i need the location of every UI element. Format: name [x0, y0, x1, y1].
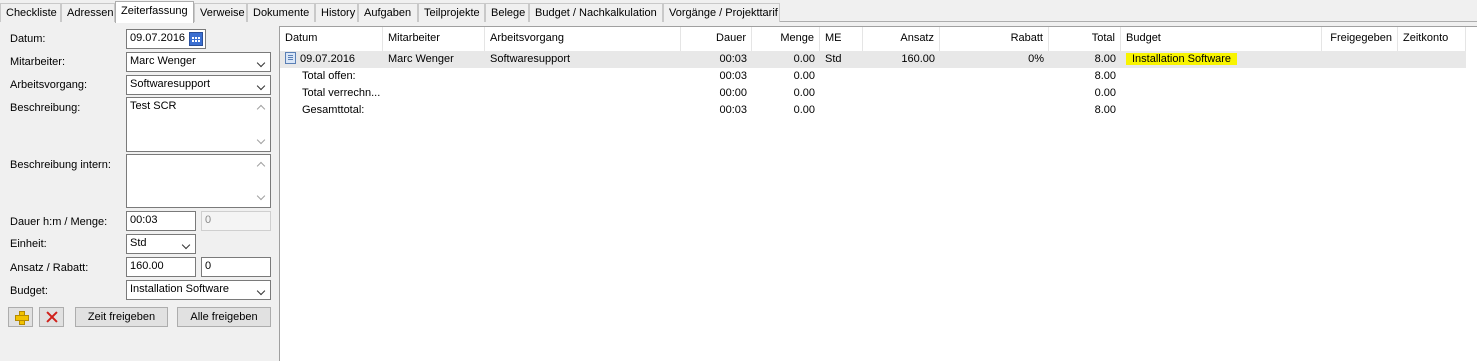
- einheit-select[interactable]: Std: [126, 234, 196, 254]
- delete-button[interactable]: [39, 307, 64, 327]
- arbeitsvorgang-label: Arbeitsvorgang:: [10, 79, 88, 91]
- column-header-budget[interactable]: Budget: [1121, 27, 1322, 51]
- calendar-icon[interactable]: [189, 32, 203, 46]
- tab-checkliste[interactable]: Checkliste: [0, 3, 61, 22]
- budget-label: Budget:: [10, 285, 48, 297]
- einheit-value: Std: [130, 237, 147, 249]
- totals-menge: 0.00: [793, 104, 815, 116]
- alle-freigeben-button[interactable]: Alle freigeben: [177, 307, 271, 327]
- cell-arbeitsvorgang: Softwaresupport: [490, 53, 571, 65]
- tab-verweise[interactable]: Verweise: [194, 3, 247, 22]
- cell-dauer: 00:03: [719, 53, 747, 65]
- mitarbeiter-select[interactable]: Marc Wenger: [126, 52, 271, 72]
- beschreibung-intern-scrollbar[interactable]: [254, 156, 269, 206]
- totals-label: Gesamttotal:: [302, 104, 365, 116]
- cell-mitarbeiter: Marc Wenger: [388, 53, 454, 65]
- totals-total: 8.00: [1094, 70, 1116, 82]
- time-entries-grid: Datum Mitarbeiter Arbeitsvorgang Dauer M…: [279, 26, 1477, 361]
- time-entry-form: Datum: 09.07.2016 Mitarbeiter: Marc Weng…: [0, 22, 277, 361]
- budget-value: Installation Software: [130, 283, 230, 295]
- column-header-ansatz[interactable]: Ansatz: [863, 27, 940, 51]
- dauer-menge-label: Dauer h:m / Menge:: [10, 216, 108, 228]
- beschreibung-textarea[interactable]: Test SCR: [126, 97, 271, 152]
- totals-dauer: 00:03: [719, 104, 747, 116]
- tab-vorgaenge-projekttarif[interactable]: Vorgänge / Projekttarif: [663, 3, 780, 22]
- tab-bar: Checkliste Adressen Zeiterfassung Verwei…: [0, 0, 1477, 23]
- beschreibung-scrollbar[interactable]: [254, 99, 269, 150]
- beschreibung-intern-label: Beschreibung intern:: [10, 159, 111, 171]
- plus-icon: [15, 311, 29, 325]
- close-icon: [46, 311, 58, 323]
- document-icon: [285, 52, 296, 64]
- arbeitsvorgang-value: Softwaresupport: [130, 78, 211, 90]
- budget-select[interactable]: Installation Software: [126, 280, 271, 300]
- cell-me: Std: [825, 53, 842, 65]
- column-header-me[interactable]: ME: [820, 27, 863, 51]
- arbeitsvorgang-select[interactable]: Softwaresupport: [126, 75, 271, 95]
- beschreibung-label: Beschreibung:: [10, 102, 81, 114]
- ansatz-input[interactable]: 160.00: [126, 257, 196, 277]
- column-header-datum[interactable]: Datum: [280, 27, 383, 51]
- totals-menge: 0.00: [793, 70, 815, 82]
- column-header-total[interactable]: Total: [1049, 27, 1121, 51]
- add-button[interactable]: [8, 307, 33, 327]
- totals-label: Total verrechn...: [302, 87, 381, 99]
- column-header-mitarbeiter[interactable]: Mitarbeiter: [383, 27, 485, 51]
- tab-history[interactable]: History: [315, 3, 358, 22]
- ansatz-rabatt-label: Ansatz / Rabatt:: [10, 262, 89, 274]
- totals-row-verrechnet: Total verrechn... 00:00 0.00 0.00: [280, 85, 1466, 102]
- cell-ansatz: 160.00: [901, 53, 935, 65]
- cell-menge: 0.00: [793, 53, 815, 65]
- totals-label: Total offen:: [302, 70, 356, 82]
- dauer-value: 00:03: [130, 214, 158, 226]
- cell-rabatt: 0%: [1028, 53, 1044, 65]
- totals-dauer: 00:03: [719, 70, 747, 82]
- column-header-freigegeben[interactable]: Freigegeben: [1322, 27, 1398, 51]
- beschreibung-intern-textarea[interactable]: [126, 154, 271, 208]
- tab-dokumente[interactable]: Dokumente: [247, 3, 315, 22]
- mitarbeiter-value: Marc Wenger: [130, 55, 196, 67]
- totals-menge: 0.00: [793, 87, 815, 99]
- tab-adressen[interactable]: Adressen: [61, 3, 115, 22]
- tab-budget-nachkalkulation[interactable]: Budget / Nachkalkulation: [529, 3, 663, 22]
- cell-budget: Installation Software: [1121, 51, 1322, 68]
- totals-total: 8.00: [1094, 104, 1116, 116]
- menge-value: 0: [205, 214, 212, 226]
- zeit-freigeben-button[interactable]: Zeit freigeben: [75, 307, 168, 327]
- datum-field[interactable]: 09.07.2016: [126, 29, 206, 49]
- rabatt-input[interactable]: 0: [201, 257, 271, 277]
- tab-aufgaben[interactable]: Aufgaben: [358, 3, 418, 22]
- tab-teilprojekte[interactable]: Teilprojekte: [418, 3, 485, 22]
- datum-value: 09.07.2016: [130, 32, 186, 44]
- beschreibung-value: Test SCR: [130, 100, 177, 112]
- budget-highlight: Installation Software: [1126, 53, 1238, 65]
- column-header-zeitkonto[interactable]: Zeitkonto: [1398, 27, 1466, 51]
- menge-input: 0: [201, 211, 271, 231]
- ansatz-value: 160.00: [130, 260, 164, 272]
- cell-datum: 09.07.2016: [280, 51, 383, 68]
- column-header-rabatt[interactable]: Rabatt: [940, 27, 1049, 51]
- scroll-up-icon[interactable]: [256, 104, 266, 114]
- einheit-label: Einheit:: [10, 238, 47, 250]
- column-header-menge[interactable]: Menge: [752, 27, 820, 51]
- totals-row-gesamt: Gesamttotal: 00:03 0.00 8.00: [280, 102, 1466, 119]
- totals-row-offen: Total offen: 00:03 0.00 8.00: [280, 68, 1466, 85]
- rabatt-value: 0: [205, 260, 212, 272]
- mitarbeiter-label: Mitarbeiter:: [10, 56, 66, 68]
- cell-total: 8.00: [1094, 53, 1116, 65]
- dauer-input[interactable]: 00:03: [126, 211, 196, 231]
- tab-belege[interactable]: Belege: [485, 3, 529, 22]
- cell-datum-value: 09.07.2016: [300, 53, 356, 65]
- column-header-arbeitsvorgang[interactable]: Arbeitsvorgang: [485, 27, 681, 51]
- column-header-dauer[interactable]: Dauer: [681, 27, 752, 51]
- scroll-up-icon[interactable]: [256, 161, 266, 171]
- totals-dauer: 00:00: [719, 87, 747, 99]
- datum-label: Datum:: [10, 33, 46, 45]
- tab-zeiterfassung[interactable]: Zeiterfassung: [115, 1, 194, 23]
- table-row[interactable]: 09.07.2016 Marc Wenger Softwaresupport 0…: [280, 51, 1466, 68]
- scroll-down-icon[interactable]: [256, 191, 266, 201]
- totals-total: 0.00: [1094, 87, 1116, 99]
- scroll-down-icon[interactable]: [256, 135, 266, 145]
